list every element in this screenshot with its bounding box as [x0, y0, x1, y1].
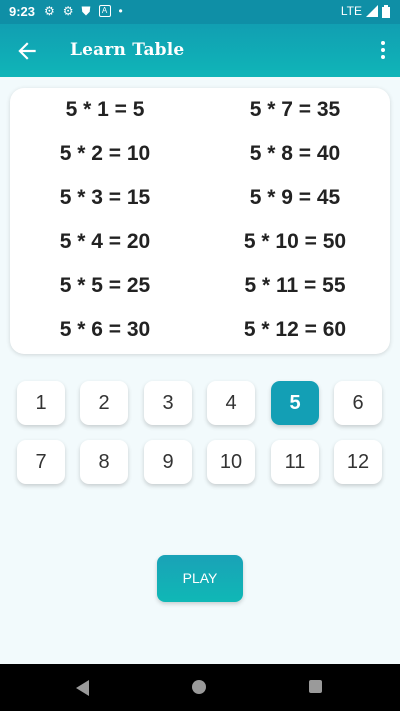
- multiplication-table-card: 5 * 1 = 5 5 * 2 = 10 5 * 3 = 15 5 * 4 = …: [10, 88, 390, 354]
- table-row: 5 * 12 = 60: [243, 318, 347, 341]
- number-button-6[interactable]: 6: [334, 381, 382, 425]
- nav-home-icon[interactable]: [192, 680, 206, 694]
- app-icon: A: [98, 5, 111, 17]
- battery-icon: [382, 4, 390, 18]
- number-button-7[interactable]: 7: [17, 440, 65, 484]
- number-button-2[interactable]: 2: [80, 381, 128, 425]
- arrow-left-icon[interactable]: [14, 38, 40, 64]
- table-row: 5 * 3 = 15: [59, 186, 151, 209]
- table-row: 5 * 11 = 55: [244, 274, 346, 297]
- table-row: 5 * 9 = 45: [249, 186, 341, 209]
- system-nav-bar: [0, 664, 400, 711]
- number-button-1[interactable]: 1: [17, 381, 65, 425]
- network-type: LTE: [340, 4, 362, 18]
- number-button-8[interactable]: 8: [80, 440, 128, 484]
- table-column-left: 5 * 1 = 5 5 * 2 = 10 5 * 3 = 15 5 * 4 = …: [10, 88, 200, 352]
- number-button-12[interactable]: 12: [334, 440, 382, 484]
- shield-icon: ⛊: [81, 4, 91, 18]
- table-row: 5 * 7 = 35: [249, 98, 341, 121]
- status-bar: 9:23 ⚙ ⚙ ⛊ A • LTE: [0, 0, 400, 24]
- status-time: 9:23: [9, 4, 36, 19]
- nav-back-icon[interactable]: [75, 680, 91, 696]
- settings-icon: ⚙: [62, 4, 74, 18]
- number-button-10[interactable]: 10: [207, 440, 255, 484]
- app-bar: Learn Table: [0, 24, 400, 77]
- play-button[interactable]: PLAY: [157, 555, 243, 602]
- number-button-9[interactable]: 9: [144, 440, 192, 484]
- dot-icon: •: [118, 4, 123, 18]
- nav-recents-icon[interactable]: [309, 680, 322, 693]
- table-row: 5 * 5 = 25: [59, 274, 151, 297]
- signal-icon: [366, 5, 378, 17]
- settings-icon: ⚙: [44, 4, 55, 18]
- more-vert-icon[interactable]: [380, 40, 386, 60]
- table-column-right: 5 * 7 = 35 5 * 8 = 40 5 * 9 = 45 5 * 10 …: [200, 88, 390, 352]
- table-row: 5 * 1 = 5: [65, 98, 145, 121]
- table-row: 5 * 4 = 20: [59, 230, 151, 253]
- number-button-3[interactable]: 3: [144, 381, 192, 425]
- table-row: 5 * 6 = 30: [59, 318, 151, 341]
- number-button-11[interactable]: 11: [271, 440, 319, 484]
- table-row: 5 * 2 = 10: [59, 142, 151, 165]
- notification-icons: ⚙ ⚙ ⛊ A •: [44, 4, 123, 18]
- table-row: 5 * 10 = 50: [243, 230, 347, 253]
- table-row: 5 * 8 = 40: [249, 142, 341, 165]
- page-title: Learn Table: [70, 40, 185, 60]
- number-button-5[interactable]: 5: [271, 381, 319, 425]
- number-button-4[interactable]: 4: [207, 381, 255, 425]
- status-right: LTE: [341, 4, 390, 18]
